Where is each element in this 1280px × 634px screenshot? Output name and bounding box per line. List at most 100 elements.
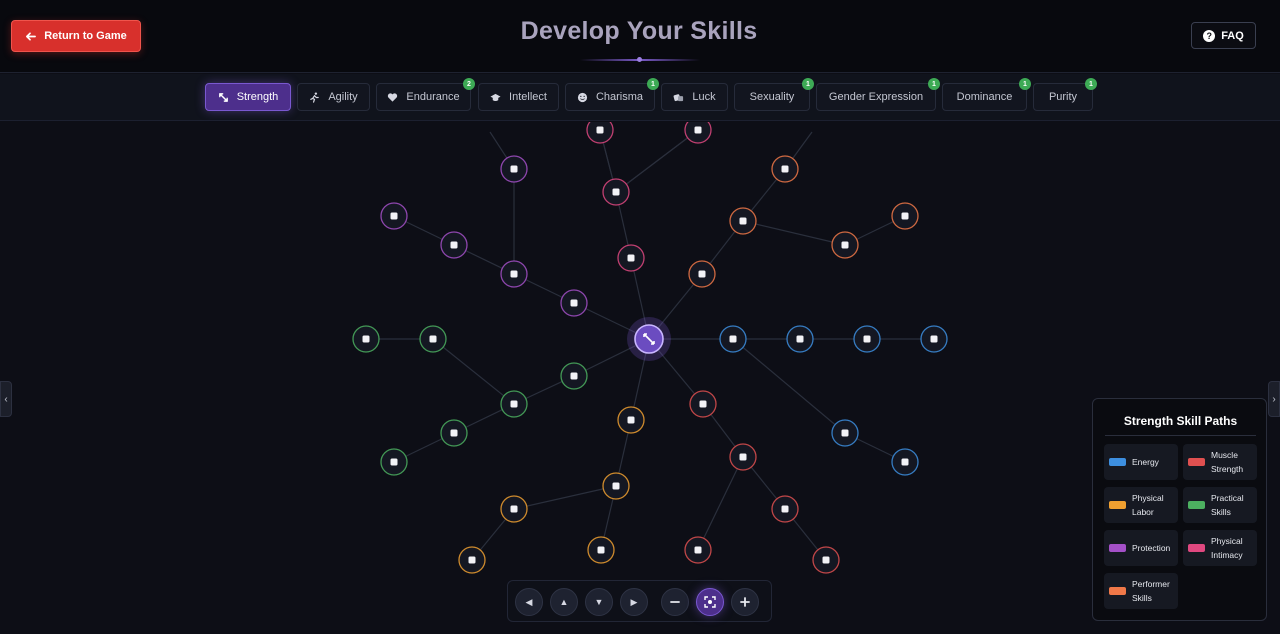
skill-node-energy[interactable] — [920, 325, 948, 353]
skill-connector — [732, 338, 846, 434]
skill-node-energy[interactable] — [891, 448, 919, 476]
bed-icon — [901, 458, 909, 466]
skill-node-protection[interactable] — [500, 155, 528, 183]
tab-luck[interactable]: Luck — [661, 83, 728, 111]
skill-node-physical-intimacy[interactable] — [617, 244, 645, 272]
tab-label: Charisma — [595, 91, 644, 103]
stopwatch-icon — [627, 254, 635, 262]
theater-masks-icon — [901, 212, 909, 220]
skill-node-physical-labor[interactable] — [617, 406, 645, 434]
skill-node-muscle-strength[interactable] — [684, 536, 712, 564]
skill-node-root[interactable] — [627, 317, 671, 361]
graduation-cap-icon — [490, 93, 501, 101]
skill-node-energy[interactable] — [786, 325, 814, 353]
skill-node-performer-skills[interactable] — [688, 260, 716, 288]
tab-charisma[interactable]: Charisma 1 — [565, 78, 659, 111]
pan-up-button[interactable]: ▲ — [550, 588, 578, 616]
skill-node-performer-skills[interactable] — [771, 155, 799, 183]
view-controls: ◀ ▲ ▼ ▶ — [507, 580, 772, 622]
legend-label: Physical Labor — [1132, 493, 1164, 517]
skill-tree-canvas[interactable] — [0, 122, 1280, 634]
skill-node-practical-skills[interactable] — [440, 419, 468, 447]
focus-icon — [704, 596, 716, 608]
skill-node-physical-labor[interactable] — [500, 495, 528, 523]
skill-node-muscle-strength[interactable] — [729, 443, 757, 471]
zoom-out-button[interactable] — [661, 588, 689, 616]
skill-node-muscle-strength[interactable] — [812, 546, 840, 574]
left-panel-toggle[interactable]: ‹ — [0, 381, 12, 417]
pan-left-button[interactable]: ◀ — [515, 588, 543, 616]
center-view-button[interactable] — [696, 588, 724, 616]
skill-node-protection[interactable] — [440, 231, 468, 259]
tab-strength[interactable]: Strength — [205, 83, 291, 111]
skill-node-energy[interactable] — [831, 419, 859, 447]
skill-node-energy[interactable] — [853, 325, 881, 353]
book-icon — [429, 335, 437, 343]
skill-node-protection[interactable] — [380, 202, 408, 230]
skill-node-protection[interactable] — [500, 260, 528, 288]
shield-icon — [390, 212, 398, 220]
skill-node-protection[interactable] — [560, 289, 588, 317]
heart-icon — [388, 92, 398, 102]
tab-label: Purity — [1048, 91, 1078, 103]
tab-intellect[interactable]: Intellect — [478, 83, 559, 111]
tab-purity[interactable]: Purity 1 — [1033, 78, 1097, 111]
caret-left-icon: ◀ — [525, 596, 533, 607]
megaphone-icon — [863, 335, 871, 343]
right-panel-toggle[interactable]: › — [1268, 381, 1280, 417]
skill-node-practical-skills[interactable] — [500, 390, 528, 418]
zoom-in-button[interactable] — [731, 588, 759, 616]
tab-dominance[interactable]: Dominance 1 — [942, 78, 1031, 111]
skill-connector — [513, 485, 617, 510]
title-ornament-dot — [637, 57, 642, 62]
skill-node-performer-skills[interactable] — [891, 202, 919, 230]
tools-icon — [627, 416, 635, 424]
chevron-right-icon: › — [1272, 393, 1276, 405]
notification-badge: 1 — [647, 78, 659, 90]
legend-item-muscle-strength: Muscle Strength — [1183, 444, 1257, 480]
pan-down-button[interactable]: ▼ — [585, 588, 613, 616]
trending-up-icon — [796, 335, 804, 343]
faq-button[interactable]: ? FAQ — [1191, 22, 1256, 49]
skill-node-physical-labor[interactable] — [602, 472, 630, 500]
skill-node-physical-labor[interactable] — [587, 536, 615, 564]
skill-node-icon — [596, 126, 604, 134]
warning-icon — [510, 270, 518, 278]
tab-label: Strength — [236, 91, 279, 103]
minus-icon — [670, 601, 680, 603]
shield-icon — [841, 429, 849, 437]
skill-node-physical-intimacy[interactable] — [684, 122, 712, 144]
legend-label: Protection — [1132, 543, 1171, 553]
tab-agility[interactable]: Agility — [297, 83, 370, 111]
tab-label: Gender Expression — [828, 91, 924, 103]
skill-node-physical-labor[interactable] — [458, 546, 486, 574]
legend-swatch — [1109, 544, 1126, 552]
legend-swatch — [1109, 587, 1126, 595]
skill-node-performer-skills[interactable] — [831, 231, 859, 259]
legend-item-protection: Protection — [1104, 530, 1178, 566]
skill-node-physical-intimacy[interactable] — [602, 178, 630, 206]
trophy-icon — [694, 546, 702, 554]
skill-node-muscle-strength[interactable] — [771, 495, 799, 523]
legend-label: Muscle Strength — [1211, 450, 1244, 474]
skill-node-energy[interactable] — [719, 325, 747, 353]
weight-icon — [739, 453, 747, 461]
skill-node-practical-skills[interactable] — [380, 448, 408, 476]
tab-gender-expression[interactable]: Gender Expression 1 — [816, 78, 940, 111]
pan-right-button[interactable]: ▶ — [620, 588, 648, 616]
chevron-left-icon: ‹ — [4, 393, 8, 405]
skill-connector — [432, 338, 515, 405]
skill-node-practical-skills[interactable] — [352, 325, 380, 353]
tab-endurance[interactable]: Endurance 2 — [376, 78, 475, 111]
skill-node-practical-skills[interactable] — [560, 362, 588, 390]
skill-node-performer-skills[interactable] — [729, 207, 757, 235]
caret-down-icon: ▼ — [594, 597, 604, 607]
store-icon — [390, 458, 398, 466]
skill-node-practical-skills[interactable] — [419, 325, 447, 353]
no-entry-icon — [510, 165, 518, 173]
skill-node-physical-intimacy[interactable] — [586, 122, 614, 144]
skill-node-muscle-strength[interactable] — [689, 390, 717, 418]
tab-label: Agility — [328, 91, 358, 103]
tab-sexuality[interactable]: Sexuality 1 — [734, 78, 814, 111]
skill-category-tabs: Strength Agility Endurance 2 Intellect C… — [0, 74, 1280, 121]
